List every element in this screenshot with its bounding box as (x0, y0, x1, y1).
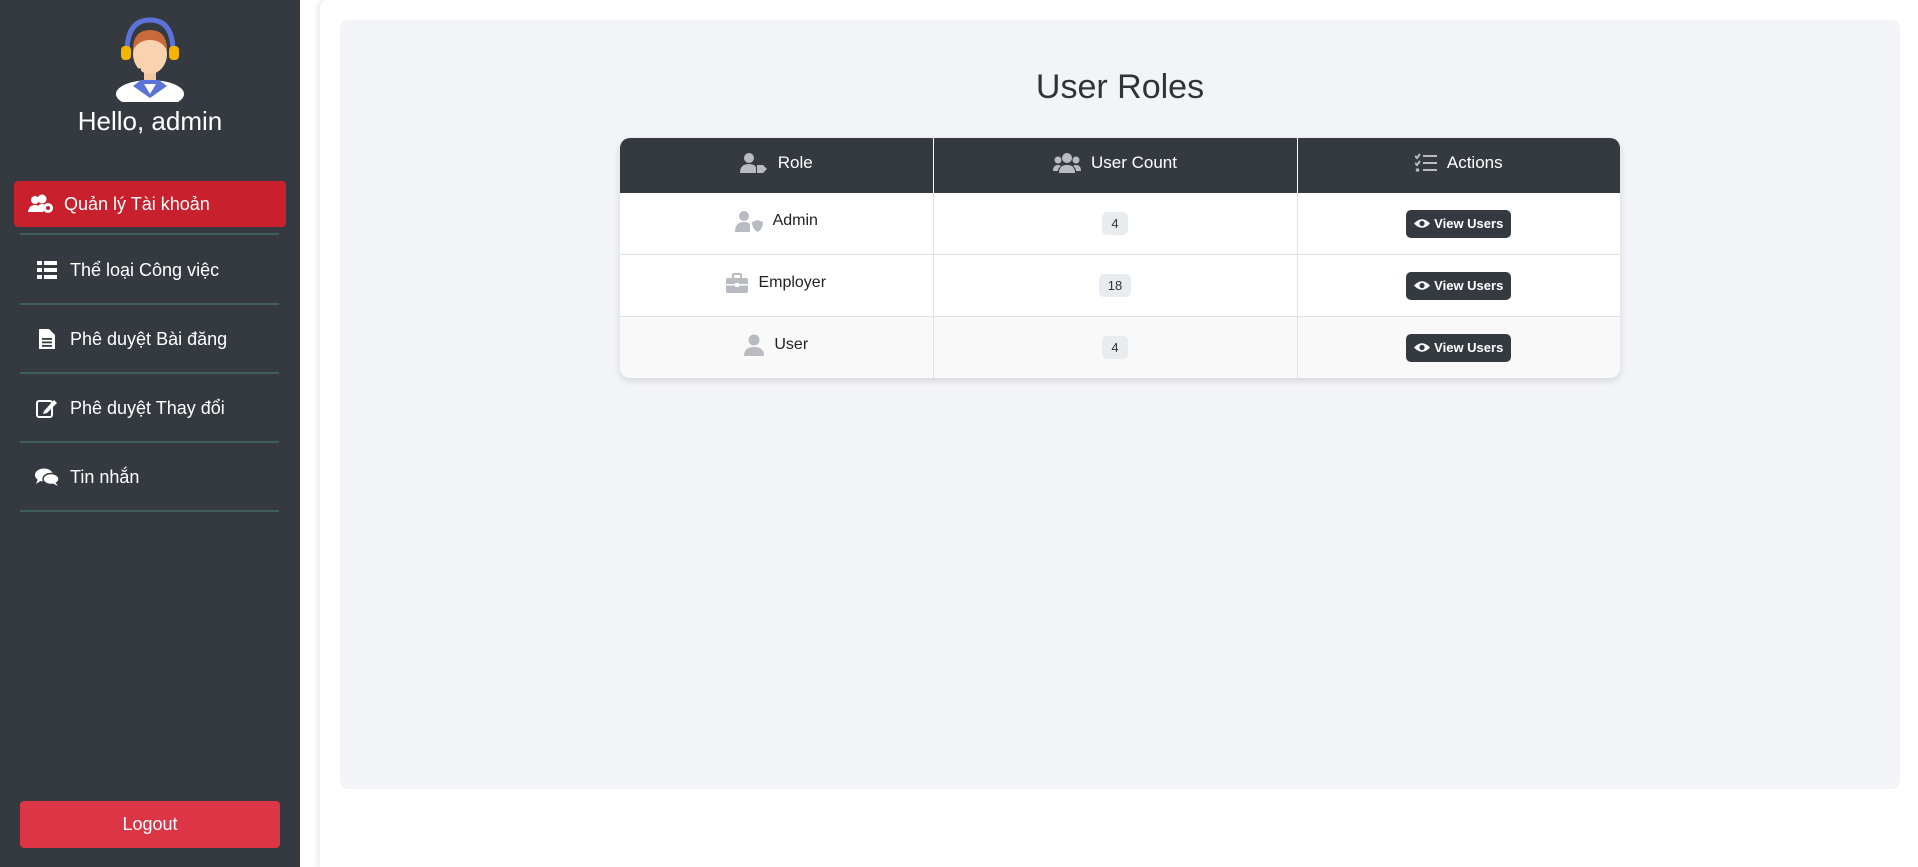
sidebar-divider (20, 233, 279, 235)
role-cell: User (620, 316, 934, 378)
comments-icon (34, 466, 60, 488)
table-header-row: Role User Count Actions (620, 138, 1620, 193)
user-count-badge: 4 (1102, 212, 1128, 235)
user-count-badge: 18 (1098, 274, 1132, 297)
user-tag-icon (739, 153, 767, 173)
briefcase-icon (726, 273, 749, 293)
edit-icon (34, 397, 60, 419)
role-cell: Employer (620, 254, 934, 317)
list-icon (34, 259, 60, 281)
user-icon (744, 334, 765, 356)
user-shield-icon (734, 211, 763, 232)
actions-cell: View Users (1297, 193, 1620, 255)
eye-icon (1414, 281, 1431, 290)
sidebar-item-label: Thể loại Công việc (70, 259, 220, 280)
actions-cell: View Users (1297, 254, 1620, 317)
view-users-button[interactable]: View Users (1406, 209, 1512, 238)
button-label: View Users (1434, 216, 1504, 231)
role-name: Employer (758, 274, 827, 291)
header-label: User Count (1091, 153, 1177, 172)
sidebar-item-label: Phê duyệt Bài đăng (70, 328, 228, 349)
column-header-role[interactable]: Role (620, 138, 934, 193)
user-count-cell: 4 (933, 316, 1298, 378)
view-users-button[interactable]: View Users (1406, 271, 1512, 300)
sidebar-item-label: Quản lý Tài khoản (64, 193, 210, 214)
content-panel (340, 20, 1900, 789)
button-label: View Users (1434, 278, 1504, 293)
user-count-badge: 4 (1102, 336, 1128, 359)
view-users-button[interactable]: View Users (1406, 333, 1512, 362)
user-roles-table: Role User Count Actions Admin 4 View Use… (620, 138, 1620, 378)
sidebar-item-post-approval[interactable]: Phê duyệt Bài đăng (20, 306, 279, 374)
logout-button[interactable]: Logout (20, 801, 280, 848)
greeting-text: Hello, admin (77, 106, 223, 136)
table-row: Admin 4 View Users (620, 193, 1620, 255)
eye-icon (1414, 219, 1431, 228)
role-name: User (774, 336, 809, 353)
users-cog-icon (28, 193, 54, 215)
role-cell: Admin (620, 193, 934, 255)
column-header-actions[interactable]: Actions (1297, 138, 1620, 193)
column-header-user-count[interactable]: User Count (933, 138, 1298, 193)
user-count-cell: 4 (933, 193, 1298, 255)
admin-avatar-icon (116, 17, 184, 102)
sidebar: Hello, admin Quản lý Tài khoản Thể loại … (0, 0, 300, 867)
page-title: User Roles (1035, 68, 1205, 106)
header-label: Actions (1446, 153, 1503, 172)
sidebar-item-label: Phê duyệt Thay đổi (70, 397, 225, 418)
actions-cell: View Users (1297, 316, 1620, 378)
sidebar-item-messages[interactable]: Tin nhắn (20, 444, 279, 512)
sidebar-item-label: Tin nhắn (70, 466, 140, 487)
sidebar-item-change-approval[interactable]: Phê duyệt Thay đổi (20, 375, 279, 443)
user-count-cell: 18 (933, 254, 1298, 317)
role-name: Admin (772, 212, 818, 229)
button-label: View Users (1434, 340, 1504, 355)
users-icon (1053, 153, 1081, 173)
eye-icon (1414, 343, 1431, 352)
header-label: Role (777, 153, 813, 172)
table-row: Employer 18 View Users (620, 254, 1620, 317)
file-icon (34, 328, 60, 350)
table-row: User 4 View Users (620, 316, 1620, 378)
sidebar-item-job-categories[interactable]: Thể loại Công việc (20, 237, 279, 305)
tasks-icon (1414, 153, 1437, 172)
sidebar-item-account-management[interactable]: Quản lý Tài khoản (14, 181, 286, 227)
